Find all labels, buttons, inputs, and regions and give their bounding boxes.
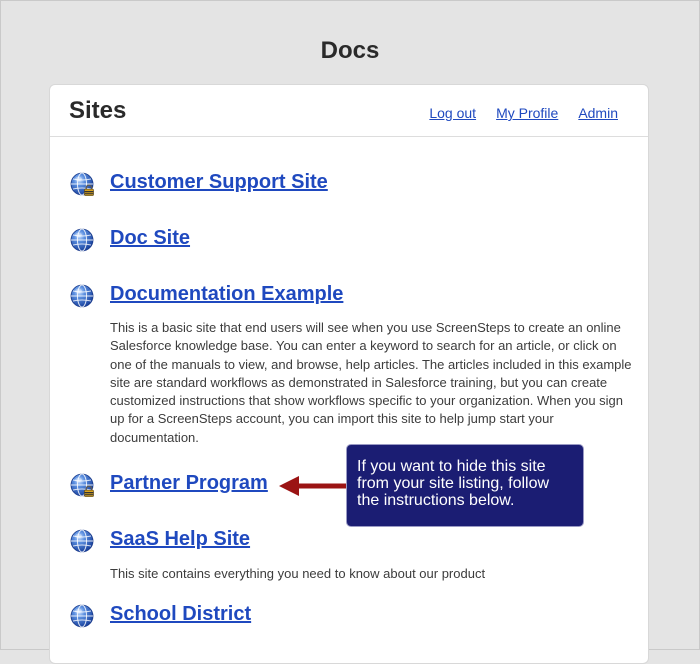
globe-icon (70, 284, 94, 308)
site-description: This site contains everything you need t… (110, 566, 486, 581)
globe-lock-icon (70, 172, 95, 196)
callout-arrow-icon (279, 476, 347, 496)
sites-panel: Sites Log out My Profile Admin Customer … (49, 84, 649, 664)
site-link-customer-support-site[interactable]: Customer Support Site (110, 171, 328, 194)
app-title: Docs (320, 37, 380, 64)
globe-icon (70, 604, 94, 628)
logout-link[interactable]: Log out (429, 105, 476, 121)
globe-lock-icon (70, 473, 95, 497)
annotation-callout: If you want to hide this site from your … (346, 444, 584, 527)
my-profile-link[interactable]: My Profile (496, 105, 558, 121)
site-link-saas-help-site[interactable]: SaaS Help Site (110, 528, 250, 551)
globe-icon (70, 228, 94, 252)
admin-link[interactable]: Admin (578, 105, 618, 121)
site-link-school-district[interactable]: School District (110, 603, 251, 626)
site-link-doc-site[interactable]: Doc Site (110, 227, 190, 250)
site-link-partner-program[interactable]: Partner Program (110, 472, 268, 495)
page-title: Sites (69, 97, 127, 124)
site-link-documentation-example[interactable]: Documentation Example (110, 283, 343, 306)
header-nav: Log out My Profile Admin (429, 105, 618, 121)
panel-header: Sites Log out My Profile Admin (50, 85, 648, 137)
globe-icon (70, 529, 94, 553)
site-description: This is a basic site that end users will… (110, 320, 632, 445)
